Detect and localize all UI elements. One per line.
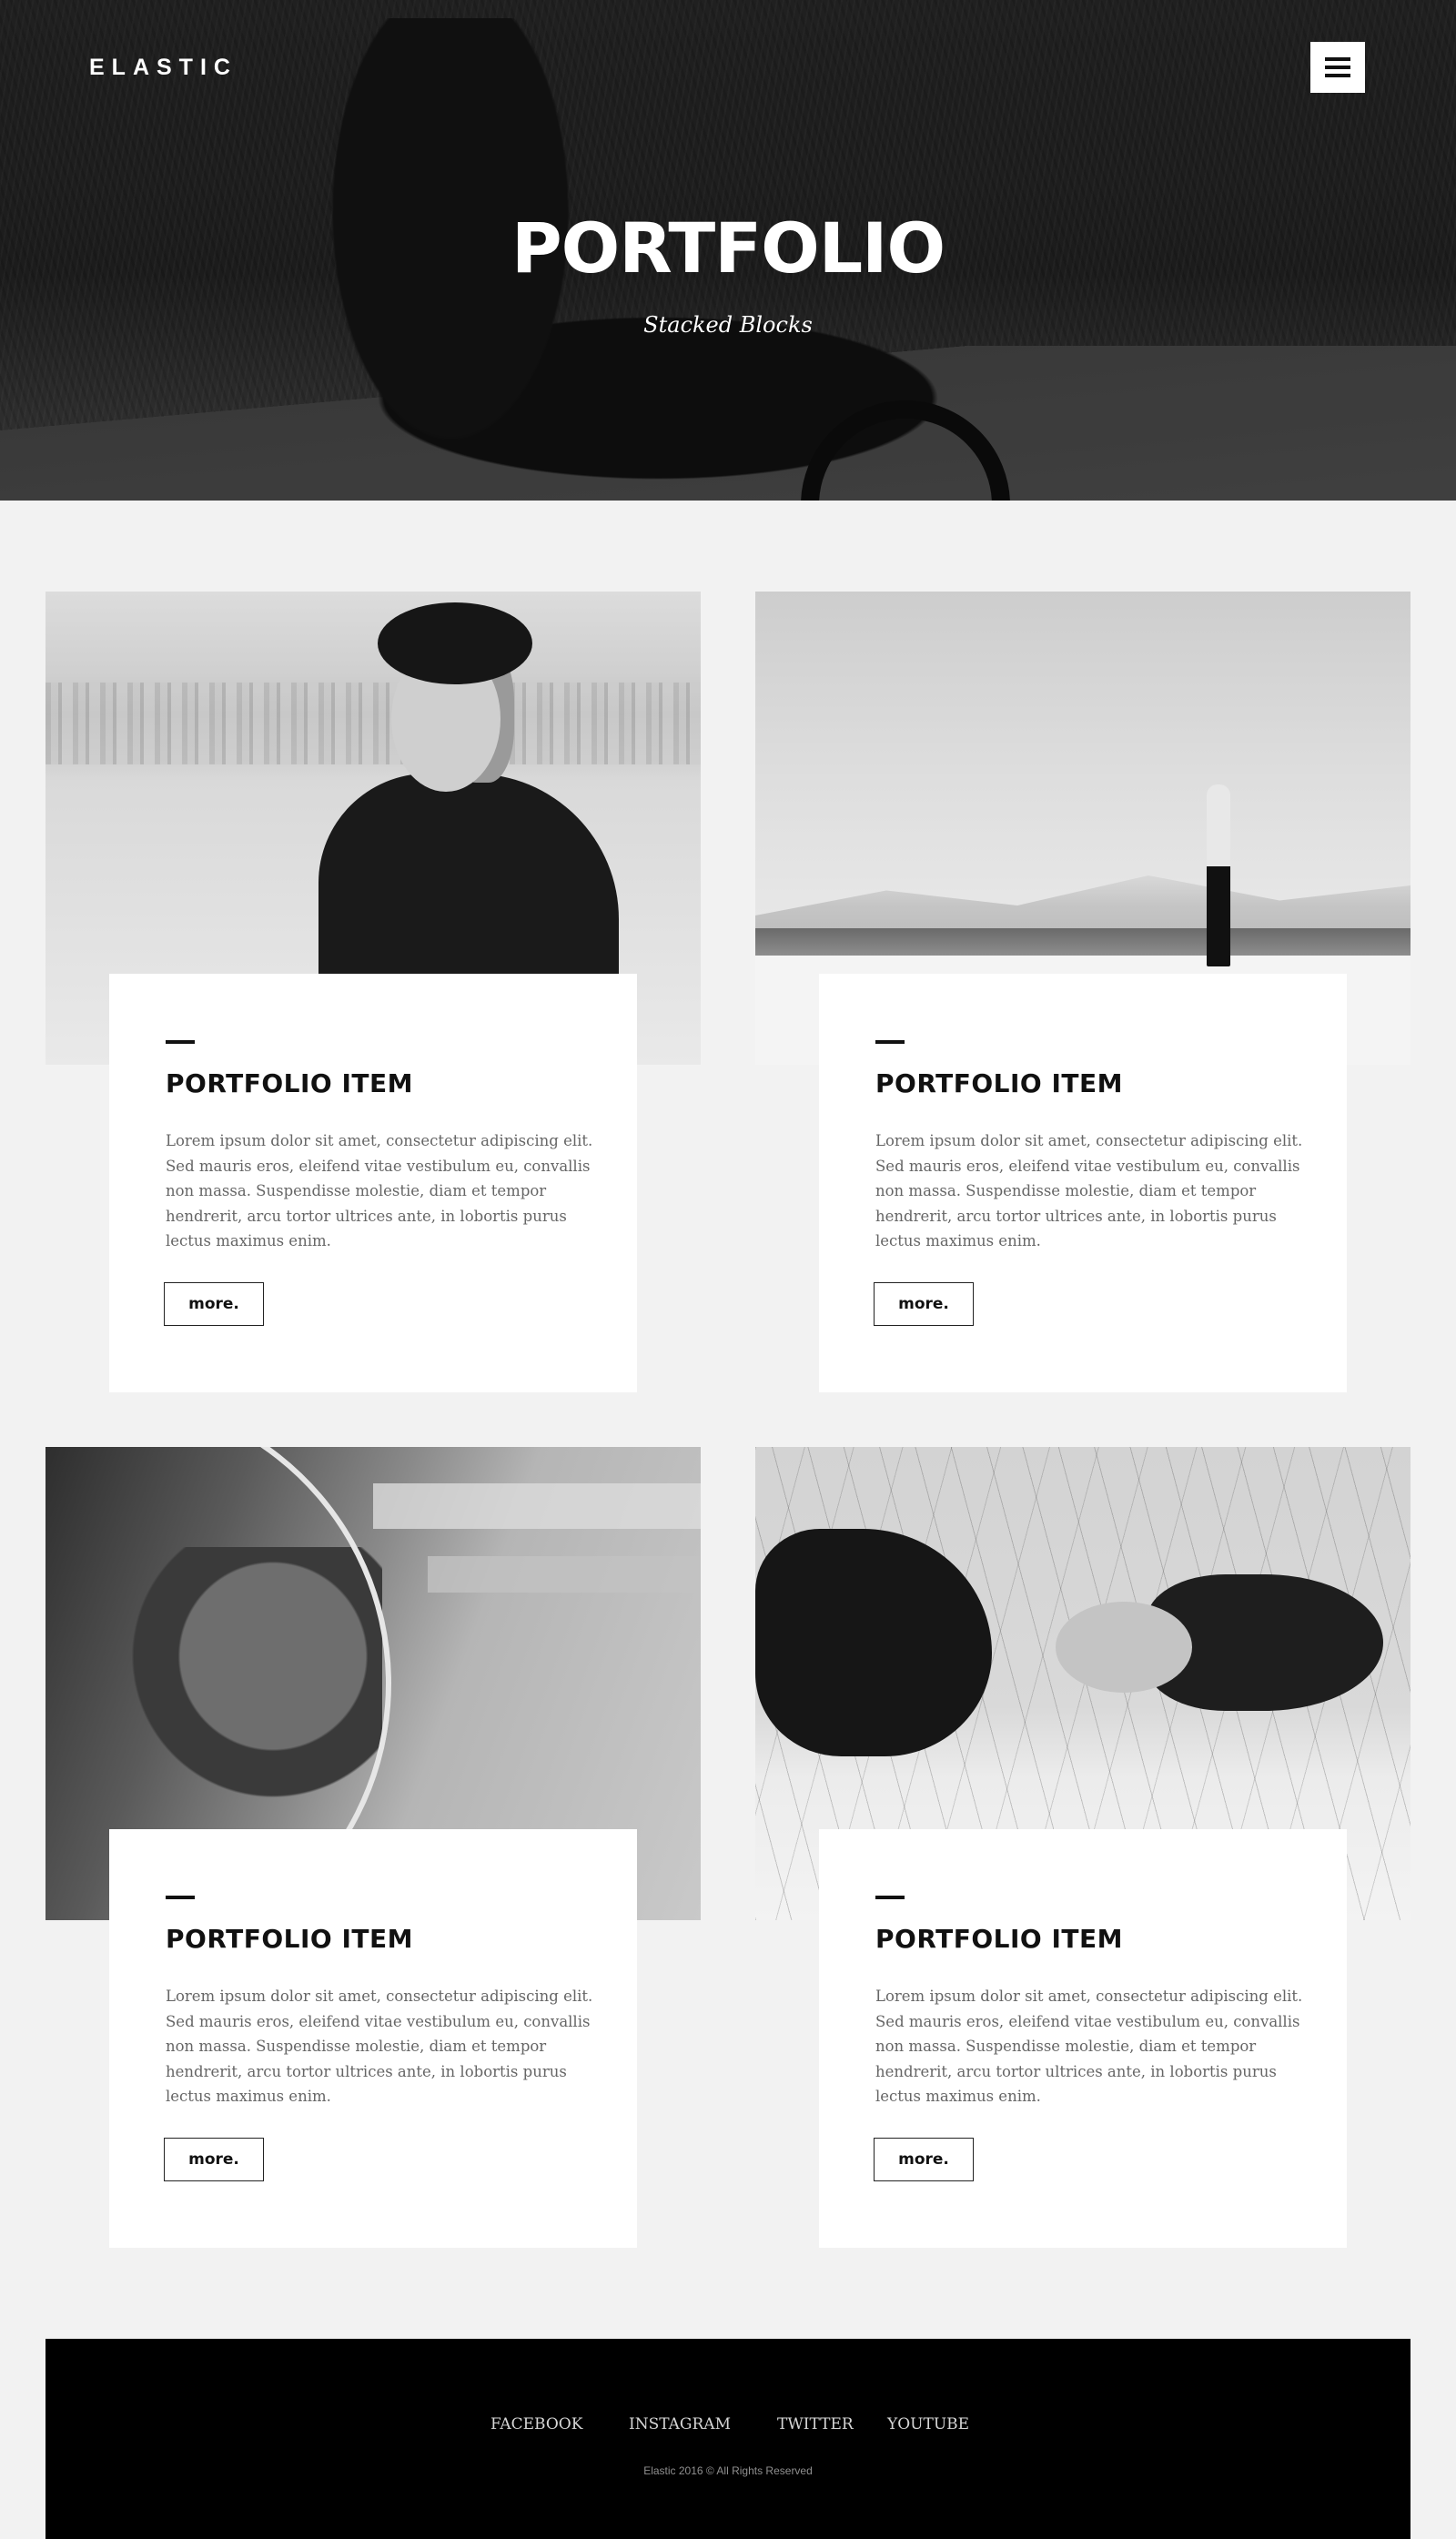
portfolio-item-title: PORTFOLIO ITEM [166, 1068, 413, 1098]
page-subtitle: Stacked Blocks [643, 312, 813, 338]
portfolio-item: PORTFOLIO ITEM Lorem ipsum dolor sit ame… [46, 1447, 701, 2284]
portfolio-item: PORTFOLIO ITEM Lorem ipsum dolor sit ame… [755, 592, 1410, 1429]
portfolio-item-title: PORTFOLIO ITEM [875, 1924, 1123, 1954]
portfolio-card: PORTFOLIO ITEM Lorem ipsum dolor sit ame… [109, 974, 637, 1392]
hamburger-menu-icon[interactable] [1310, 42, 1365, 93]
portfolio-item-text: Lorem ipsum dolor sit amet, consectetur … [875, 1988, 1303, 2105]
more-button[interactable]: more. [164, 1282, 264, 1326]
facebook-link[interactable]: FACEBOOK [490, 2415, 582, 2433]
portfolio-item-text: Lorem ipsum dolor sit amet, consectetur … [166, 1132, 593, 1249]
portfolio-card: PORTFOLIO ITEM Lorem ipsum dolor sit ame… [819, 1829, 1347, 2248]
twitter-link[interactable]: TWITTER [777, 2415, 854, 2433]
copyright-text: Elastic 2016 © All Rights Reserved [643, 2464, 813, 2477]
portfolio-item-title: PORTFOLIO ITEM [166, 1924, 413, 1954]
portfolio-card: PORTFOLIO ITEM Lorem ipsum dolor sit ame… [819, 974, 1347, 1392]
site-footer: FACEBOOK INSTAGRAM TWITTER YOUTUBE Elast… [46, 2339, 1410, 2539]
title-dash [166, 1040, 195, 1044]
more-button[interactable]: more. [164, 2138, 264, 2181]
youtube-link[interactable]: YOUTUBE [887, 2415, 969, 2433]
hero-banner: ELASTIC PORTFOLIO Stacked Blocks [0, 0, 1456, 501]
instagram-link[interactable]: INSTAGRAM [629, 2415, 731, 2433]
page-title: PORTFOLIO [511, 207, 945, 288]
portfolio-item: PORTFOLIO ITEM Lorem ipsum dolor sit ame… [755, 1447, 1410, 2284]
portfolio-card: PORTFOLIO ITEM Lorem ipsum dolor sit ame… [109, 1829, 637, 2248]
title-dash [166, 1896, 195, 1899]
title-dash [875, 1896, 905, 1899]
title-dash [875, 1040, 905, 1044]
site-logo[interactable]: ELASTIC [89, 55, 238, 81]
portfolio-item-text: Lorem ipsum dolor sit amet, consectetur … [166, 1988, 593, 2105]
more-button[interactable]: more. [874, 1282, 974, 1326]
portfolio-item-text: Lorem ipsum dolor sit amet, consectetur … [875, 1132, 1303, 1249]
portfolio-item-title: PORTFOLIO ITEM [875, 1068, 1123, 1098]
portfolio-item: PORTFOLIO ITEM Lorem ipsum dolor sit ame… [46, 592, 701, 1429]
more-button[interactable]: more. [874, 2138, 974, 2181]
social-links: FACEBOOK INSTAGRAM TWITTER YOUTUBE [46, 2415, 1410, 2435]
